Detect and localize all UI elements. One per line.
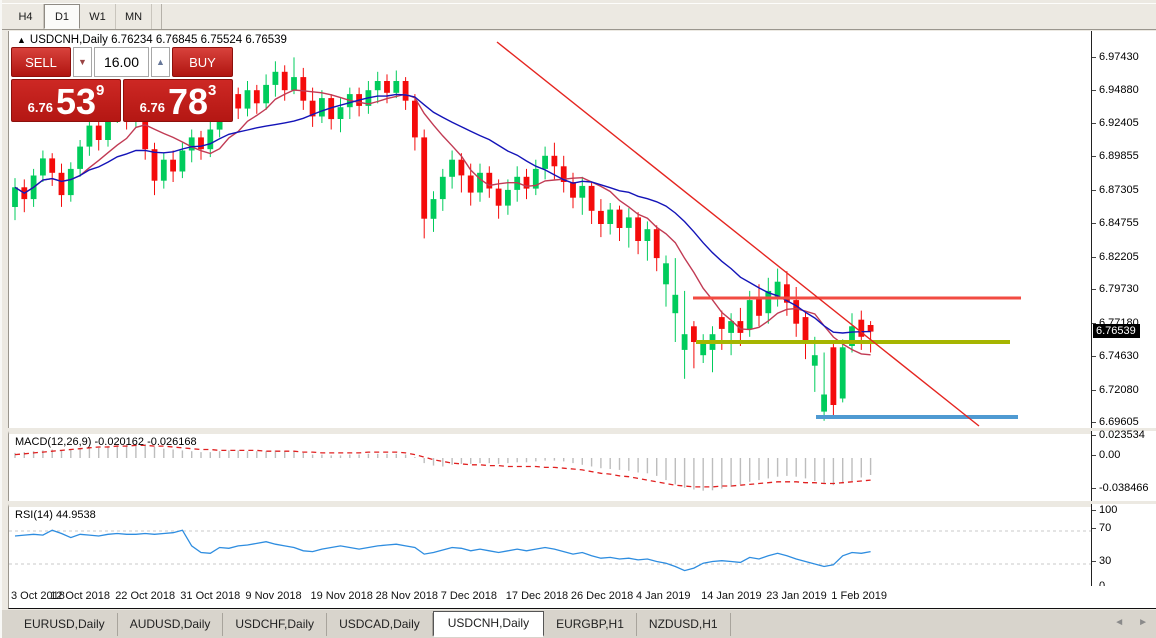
timeframe-tab-h4[interactable]: H4 [8,4,44,29]
date-axis-label: 9 Nov 2018 [245,590,301,602]
price-axis-label: 6.94880 [1092,84,1139,96]
collapse-triangle-icon[interactable]: ▲ [17,35,26,45]
date-axis[interactable]: 3 Oct 201812 Oct 201822 Oct 201831 Oct 2… [8,586,1156,609]
rsi-panel[interactable]: RSI(14) 44.9538 [8,504,1091,586]
symbol-tab-usdcnh[interactable]: USDCNH,Daily [433,611,544,637]
date-axis-label: 12 Oct 2018 [50,590,110,602]
current-price-badge: 6.76539 [1093,324,1140,338]
macd-label: MACD(12,26,9) -0.020162 -0.026168 [15,436,197,448]
chart-ohlc-values: 6.76234 6.76845 6.75524 6.76539 [111,34,287,46]
buy-price-big: 78 [168,86,208,118]
timeframe-bar: H4D1W1MN [2,3,1156,30]
price-axis-label: 6.72080 [1092,384,1139,396]
date-axis-label: 26 Dec 2018 [571,590,633,602]
price-axis-label: 6.69605 [1092,416,1139,428]
volume-increase-button[interactable]: ▲ [151,47,170,77]
sell-price-pip: 9 [96,82,104,99]
chart-symbol-label: USDCNH,Daily [30,34,108,46]
date-axis-label: 4 Jan 2019 [636,590,690,602]
macd-axis-label: 0.023534 [1092,429,1145,441]
price-axis-label: 6.87305 [1092,184,1139,196]
sell-price-display[interactable]: 6.76 53 9 [11,79,121,122]
symbol-tab-eurusd[interactable]: EURUSD,Daily [12,613,118,636]
macd-panel[interactable]: MACD(12,26,9) -0.020162 -0.026168 [8,431,1091,501]
timeframe-tab-mn[interactable]: MN [116,4,152,29]
date-axis-label: 7 Dec 2018 [441,590,497,602]
date-axis-label: 23 Jan 2019 [766,590,827,602]
sell-price-big: 53 [56,86,96,118]
timeframe-tab-d1[interactable]: D1 [44,4,80,29]
date-axis-label: 14 Jan 2019 [701,590,762,602]
buy-button[interactable]: BUY [172,47,233,77]
rsi-axis-label: 30 [1092,555,1111,567]
tab-scroll-right-icon[interactable]: ► [1138,617,1148,628]
rsi-axis-label: 70 [1092,522,1111,534]
symbol-tab-usdchf[interactable]: USDCHF,Daily [223,613,327,636]
terminal-window: H4D1W1MN ▲ USDCNH,Daily 6.76234 6.76845 6… [0,0,1156,638]
date-axis-label: 22 Oct 2018 [115,590,175,602]
date-axis-label: 28 Nov 2018 [376,590,438,602]
sell-button[interactable]: SELL [11,47,71,77]
price-axis-label: 6.74630 [1092,350,1139,362]
rsi-axis: 10070300 [1091,504,1156,586]
date-axis-label: 31 Oct 2018 [180,590,240,602]
sell-price-prefix: 6.76 [28,100,53,115]
rsi-name: RSI(14) [15,509,53,521]
price-axis-label: 6.79730 [1092,283,1139,295]
symbol-tab-usdcad[interactable]: USDCAD,Daily [327,613,433,636]
macd-name: MACD(12,26,9) [15,436,91,448]
volume-input[interactable] [94,47,149,77]
rsi-axis-label: 100 [1092,504,1117,516]
date-axis-label: 17 Dec 2018 [506,590,568,602]
price-axis-label: 6.89855 [1092,150,1139,162]
rsi-chart [9,507,1092,586]
chart-title: ▲ USDCNH,Daily 6.76234 6.76845 6.75524 6.… [17,34,287,46]
symbol-tab-nzdusd[interactable]: NZDUSD,H1 [637,613,731,636]
price-axis-label: 6.82205 [1092,251,1139,263]
price-axis-label: 6.92405 [1092,117,1139,129]
one-click-trading-panel: SELL ▼ ▲ BUY 6.76 53 9 6.76 78 3 [11,47,233,122]
buy-price-display[interactable]: 6.76 78 3 [123,79,233,122]
price-axis-label: 6.84755 [1092,217,1139,229]
tab-scroll-buttons: ◄ ► [1114,617,1148,628]
date-axis-label: 19 Nov 2018 [311,590,373,602]
symbol-tab-eurgbp[interactable]: EURGBP,H1 [544,613,637,636]
timeframe-tab-w1[interactable]: W1 [80,4,116,29]
rsi-label: RSI(14) 44.9538 [15,509,96,521]
macd-axis: 0.023534 0.00 -0.038466 [1091,431,1156,501]
tab-scroll-left-icon[interactable]: ◄ [1114,617,1124,628]
macd-axis-label: -0.038466 [1092,482,1149,494]
macd-axis-label: 0.00 [1092,449,1120,461]
buy-price-pip: 3 [208,82,216,99]
price-axis[interactable]: 6.97430 6.94880 6.92405 6.89855 6.87305 6.847… [1091,31,1156,428]
buy-price-prefix: 6.76 [140,100,165,115]
price-axis-label: 6.97430 [1092,51,1139,63]
symbol-tab-bar: EURUSD,DailyAUDUSD,DailyUSDCHF,DailyUSDC… [2,610,1156,636]
rsi-value: 44.9538 [56,509,96,521]
symbol-tab-audusd[interactable]: AUDUSD,Daily [118,613,224,636]
macd-values: -0.020162 -0.026168 [94,436,196,448]
main-chart-panel[interactable]: ▲ USDCNH,Daily 6.76234 6.76845 6.75524 6.… [8,31,1091,428]
date-axis-label: 1 Feb 2019 [831,590,887,602]
timeframe-bar-divider [152,4,162,29]
volume-decrease-button[interactable]: ▼ [73,47,92,77]
